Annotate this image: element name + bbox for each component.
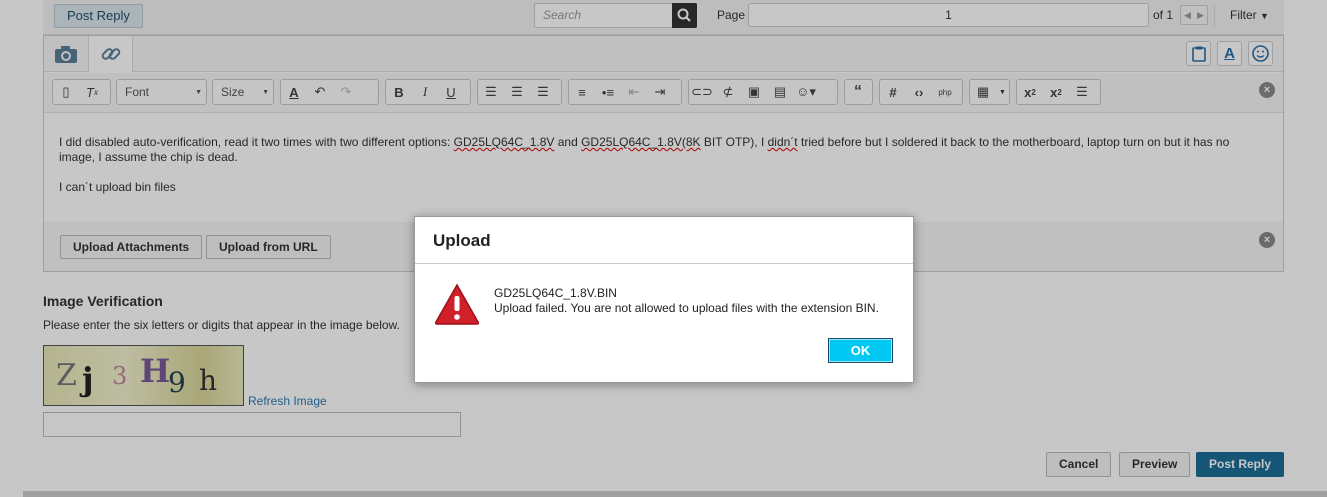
dialog-error-text: Upload failed. You are not allowed to up… — [494, 301, 879, 315]
dialog-title: Upload — [433, 231, 491, 250]
upload-error-dialog: Upload GD25LQ64C_1.8V.BIN Upload failed.… — [414, 216, 914, 383]
dialog-filename: GD25LQ64C_1.8V.BIN — [494, 286, 617, 300]
error-icon — [434, 283, 480, 328]
ok-button[interactable]: OK — [828, 338, 893, 363]
divider — [415, 263, 913, 264]
dialog-message: GD25LQ64C_1.8V.BIN Upload failed. You ar… — [494, 286, 894, 316]
